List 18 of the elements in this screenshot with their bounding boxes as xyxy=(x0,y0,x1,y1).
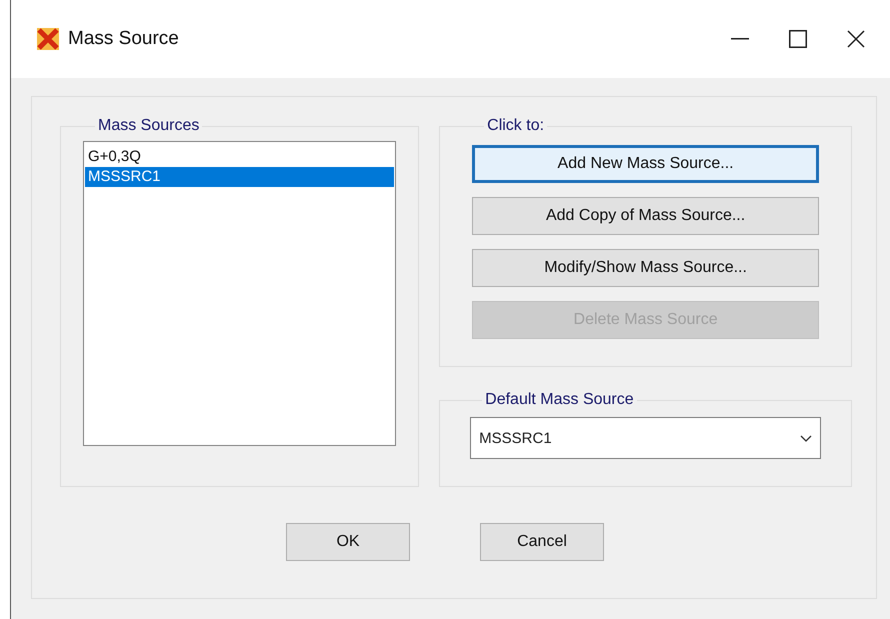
window-title: Mass Source xyxy=(68,28,180,50)
group-label: Default Mass Source xyxy=(484,391,635,409)
group-label: Click to: xyxy=(486,117,546,135)
chevron-down-icon xyxy=(800,434,812,442)
ok-button[interactable]: OK xyxy=(286,523,410,561)
cancel-button[interactable]: Cancel xyxy=(480,523,604,561)
list-item[interactable]: MSSSRC1 xyxy=(85,167,394,187)
action-button[interactable]: Add Copy of Mass Source... xyxy=(472,197,819,235)
list-item[interactable]: G+0,3Q xyxy=(85,147,394,167)
action-button[interactable]: Modify/Show Mass Source... xyxy=(472,249,819,287)
app-icon xyxy=(36,27,60,51)
default-mass-source-dropdown[interactable]: MSSSRC1 xyxy=(470,417,821,459)
action-button[interactable]: Add New Mass Source... xyxy=(472,145,819,183)
mass-source-list[interactable]: G+0,3Q MSSSRC1 xyxy=(83,141,396,446)
minimize-icon[interactable] xyxy=(731,38,749,40)
maximize-icon[interactable] xyxy=(789,30,807,48)
close-icon[interactable] xyxy=(847,30,865,48)
group-label: Mass Sources xyxy=(97,117,200,135)
